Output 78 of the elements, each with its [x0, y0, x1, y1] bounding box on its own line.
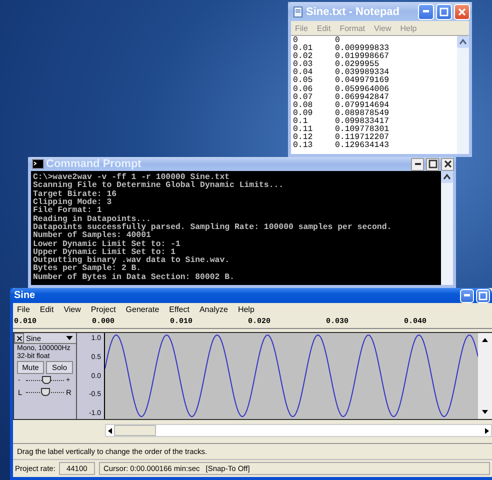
text-line: 0 [335, 37, 340, 45]
scrollbar[interactable] [478, 333, 492, 419]
dropdown-caret-icon [66, 336, 73, 341]
down-arrow-icon [481, 408, 489, 416]
text-line: 0.05 [293, 77, 314, 86]
text-line: 0.009999833 [335, 45, 390, 54]
console-line: Target Birate: 16 [33, 190, 118, 199]
console-line: Bytes per Sample: 2 B. [33, 265, 142, 274]
text-line: 0.039989334 [335, 69, 390, 78]
console-line: C:\>wave2wav -v -ff 1 -r 100000 Sine.txt [33, 174, 230, 182]
console-line: Upper Dynamic Limit Set to: 1 [33, 248, 176, 257]
window-title: Sine.txt - Notepad [306, 6, 401, 18]
text-line: 0.07 [293, 94, 314, 102]
text-line: 0.109778301 [335, 126, 390, 134]
text-line: 0.099833417 [335, 118, 390, 126]
close-icon [457, 6, 467, 16]
notepad-icon [292, 6, 304, 18]
close-track-button[interactable] [14, 333, 24, 344]
text-line: 0.129634143 [335, 142, 390, 150]
scroll-thumb[interactable] [114, 425, 156, 436]
menu-item[interactable]: Effect [169, 305, 190, 314]
menu-item[interactable]: Help [238, 305, 254, 314]
console-line: Number of Samples: 40001 [33, 232, 152, 240]
minimize-icon [423, 10, 429, 13]
close-icon [16, 334, 22, 342]
maximize-icon [428, 159, 438, 170]
minimize-icon [414, 162, 420, 166]
console-line: File Format: 1 [33, 207, 102, 216]
text-line: 0.04 [293, 69, 314, 78]
up-arrow-icon [481, 336, 489, 344]
scrollbar[interactable] [457, 36, 469, 154]
left-arrow-icon [106, 426, 114, 434]
scroll-up-button[interactable] [441, 171, 453, 184]
text-line: 0.11 [293, 126, 314, 134]
scroll-up-button[interactable] [457, 36, 469, 48]
minimize-icon [464, 294, 470, 297]
text-line: 0 [293, 37, 298, 45]
text-line: 0.01 [293, 45, 314, 54]
menu-item[interactable]: Project [90, 305, 116, 314]
text-line: 0.13 [293, 142, 314, 150]
window-title: Command Prompt [46, 158, 142, 170]
console-line: Outputting binary .wav data to Sine.wav. [33, 257, 231, 266]
text-line: 0.03 [293, 61, 314, 70]
menu-item[interactable]: Edit [40, 305, 54, 314]
console-line: Number of Bytes in Data Section: 80002 B. [33, 274, 236, 282]
scrollbar[interactable] [441, 171, 453, 285]
text-line: 0.1 [293, 118, 308, 126]
console-line: Scanning File to Determine Global Dynamic Limits... [33, 182, 285, 190]
horizontal-scrollbar[interactable] [105, 424, 492, 437]
text-line: 0.02 [293, 53, 314, 62]
slider-thumb[interactable] [40, 388, 50, 396]
menu-item[interactable]: View [64, 305, 81, 314]
text-line: 0.06 [293, 86, 314, 94]
window-title: Sine [14, 290, 36, 302]
console-line: Reading in Datapoints... [33, 216, 152, 224]
console-line: Lower Dynamic Limit Set to: -1 [33, 240, 182, 249]
text-line: 0.049979169 [335, 77, 390, 86]
menu-item[interactable]: Generate [126, 305, 160, 314]
text-line: 0.079914694 [335, 102, 390, 110]
menu-item[interactable]: File [17, 305, 30, 314]
maximize-icon [478, 290, 488, 301]
close-icon [442, 159, 452, 170]
text-line: 0.019998667 [335, 53, 390, 62]
right-arrow-icon [483, 426, 491, 434]
console-line: Datapoints successfully parsed. Sampling Rate: 100000 samples per second. [33, 224, 393, 232]
text-line: 0.0299955 [335, 61, 380, 70]
text-line: 0.12 [293, 134, 314, 142]
slider-thumb[interactable] [42, 376, 52, 384]
maximize-icon [439, 6, 449, 16]
text-line: 0.09 [293, 110, 314, 118]
console-icon [32, 158, 44, 170]
text-line: 0.059964006 [335, 86, 390, 94]
text-line: 0.119712207 [335, 134, 390, 142]
console-line: Clipping Mode: 3 [33, 199, 113, 208]
text-line: 0.089878549 [335, 110, 390, 118]
menu-item[interactable]: Analyze [199, 305, 228, 314]
text-line: 0.069942847 [335, 94, 390, 102]
text-line: 0.08 [293, 102, 314, 110]
